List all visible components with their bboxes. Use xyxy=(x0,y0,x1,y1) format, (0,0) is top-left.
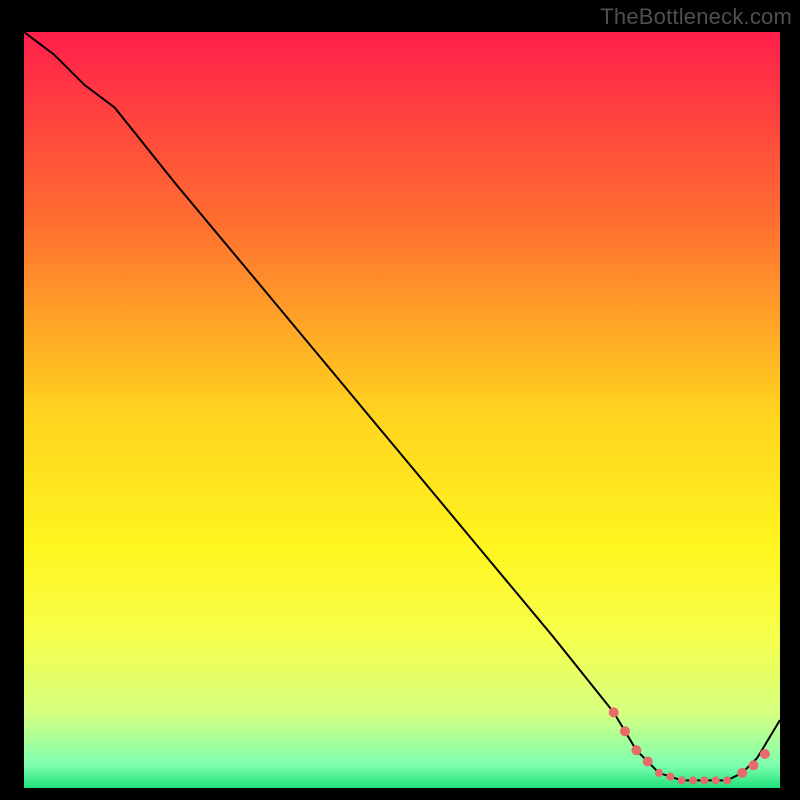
data-marker xyxy=(689,776,697,784)
watermark-text: TheBottleneck.com xyxy=(600,4,792,30)
chart-container: TheBottleneck.com xyxy=(0,0,800,800)
data-marker xyxy=(666,773,674,781)
data-marker xyxy=(655,769,663,777)
data-marker xyxy=(678,776,686,784)
data-marker xyxy=(631,745,641,755)
data-marker xyxy=(760,749,770,759)
data-marker xyxy=(737,768,747,778)
data-marker xyxy=(700,776,708,784)
data-marker xyxy=(620,726,630,736)
data-marker xyxy=(712,776,720,784)
data-marker xyxy=(643,757,653,767)
chart-svg xyxy=(0,0,800,800)
plot-background xyxy=(24,32,780,788)
data-marker xyxy=(609,707,619,717)
data-marker xyxy=(749,760,759,770)
data-marker xyxy=(723,776,731,784)
